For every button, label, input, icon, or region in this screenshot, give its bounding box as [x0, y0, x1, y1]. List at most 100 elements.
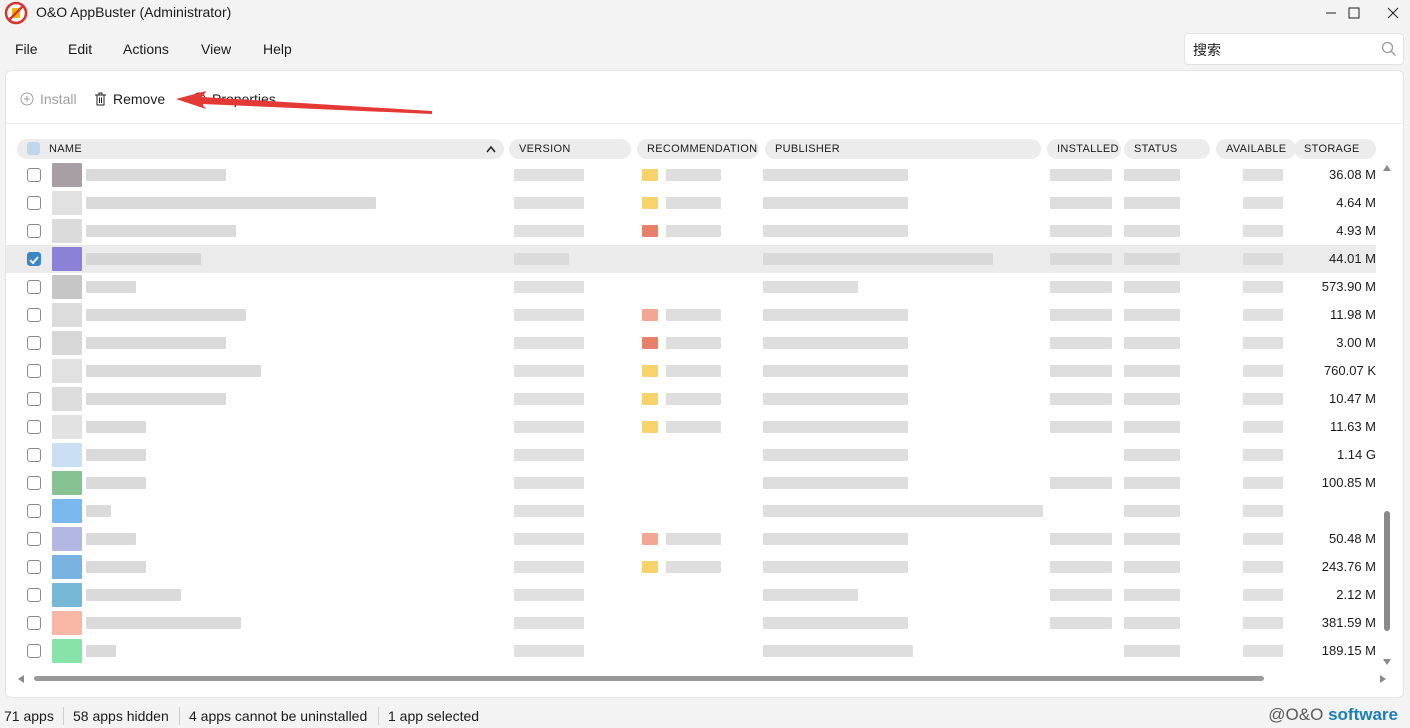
row-checkbox[interactable] — [27, 252, 41, 266]
recommendation-label — [666, 421, 721, 433]
menu-view[interactable]: View — [201, 41, 231, 57]
scroll-up-icon[interactable] — [1383, 165, 1391, 171]
app-name — [86, 477, 146, 489]
app-publisher — [763, 337, 908, 349]
app-icon — [52, 415, 82, 439]
status-app-count: 71 apps — [4, 708, 54, 724]
search-input[interactable] — [1193, 40, 1373, 60]
table-row[interactable]: 3.00 M — [6, 329, 1376, 357]
scroll-right-icon[interactable] — [1380, 675, 1386, 683]
app-available — [1243, 589, 1283, 601]
remove-button[interactable]: Remove — [94, 89, 165, 109]
scroll-down-icon[interactable] — [1383, 659, 1391, 665]
app-icon — [52, 219, 82, 243]
toolbar: Install Remove Properties — [6, 71, 1403, 124]
table-row[interactable]: 760.07 K — [6, 357, 1376, 385]
table-row[interactable]: 4.64 M — [6, 189, 1376, 217]
row-checkbox[interactable] — [27, 420, 41, 434]
app-version — [514, 477, 584, 489]
table-row[interactable]: 4.93 M — [6, 217, 1376, 245]
row-checkbox[interactable] — [27, 196, 41, 210]
app-version — [514, 169, 584, 181]
table-row[interactable]: 11.98 M — [6, 301, 1376, 329]
app-version — [514, 337, 584, 349]
vertical-scroll-thumb[interactable] — [1384, 511, 1390, 631]
app-version — [514, 449, 584, 461]
red-arrow-annotation — [176, 91, 432, 114]
app-storage: 3.00 M — [1336, 335, 1376, 350]
table-row[interactable]: 44.01 M — [6, 245, 1376, 273]
title-bar: O&O AppBuster (Administrator) — [0, 0, 1410, 26]
horizontal-scrollbar[interactable] — [16, 671, 1394, 685]
table-row[interactable]: 10.47 M — [6, 385, 1376, 413]
table-row[interactable]: 36.08 M — [6, 161, 1376, 189]
table-row[interactable]: 100.85 M — [6, 469, 1376, 497]
table-row[interactable]: 2.12 M — [6, 581, 1376, 609]
column-recommendation[interactable]: RECOMMENDATION — [637, 139, 759, 159]
menu-help[interactable]: Help — [263, 41, 292, 57]
table-row[interactable]: 243.76 M — [6, 553, 1376, 581]
app-installed-date — [1050, 421, 1112, 433]
row-checkbox[interactable] — [27, 392, 41, 406]
row-checkbox[interactable] — [27, 476, 41, 490]
table-row[interactable]: 50.48 M — [6, 525, 1376, 553]
table-row[interactable] — [6, 497, 1376, 525]
app-icon — [52, 303, 82, 327]
row-checkbox[interactable] — [27, 168, 41, 182]
app-status — [1124, 617, 1180, 629]
menu-actions[interactable]: Actions — [123, 41, 169, 57]
column-available[interactable]: AVAILABLE — [1216, 139, 1296, 159]
horizontal-scroll-thumb[interactable] — [34, 676, 1264, 681]
row-checkbox[interactable] — [27, 280, 41, 294]
search-box[interactable] — [1184, 33, 1404, 65]
row-checkbox[interactable] — [27, 644, 41, 658]
row-checkbox[interactable] — [27, 448, 41, 462]
select-all-checkbox[interactable] — [27, 142, 40, 155]
column-version[interactable]: VERSION — [509, 139, 631, 159]
search-icon[interactable] — [1381, 41, 1397, 57]
table-row[interactable]: 573.90 M — [6, 273, 1376, 301]
vertical-scrollbar[interactable] — [1380, 161, 1394, 669]
app-version — [514, 197, 584, 209]
row-checkbox[interactable] — [27, 588, 41, 602]
app-version — [514, 253, 569, 265]
app-publisher — [763, 225, 908, 237]
install-button[interactable]: Install — [20, 89, 77, 109]
table-row[interactable]: 1.14 G — [6, 441, 1376, 469]
app-icon — [52, 387, 82, 411]
app-status — [1124, 393, 1180, 405]
app-publisher — [763, 393, 908, 405]
column-status[interactable]: STATUS — [1124, 139, 1210, 159]
column-publisher[interactable]: PUBLISHER — [765, 139, 1041, 159]
status-bar: 71 apps 58 apps hidden 4 apps cannot be … — [0, 704, 1410, 728]
row-checkbox[interactable] — [27, 532, 41, 546]
table-row[interactable]: 11.63 M — [6, 413, 1376, 441]
app-version — [514, 561, 584, 573]
row-checkbox[interactable] — [27, 336, 41, 350]
brand-mark-icon: @ — [1268, 705, 1286, 724]
app-storage: 189.15 M — [1321, 643, 1376, 658]
column-name[interactable]: NAME — [17, 139, 504, 159]
row-checkbox[interactable] — [27, 504, 41, 518]
app-storage: 100.85 M — [1321, 475, 1376, 490]
table-row[interactable]: 381.59 M — [6, 609, 1376, 637]
app-available — [1243, 253, 1283, 265]
recommendation-label — [666, 309, 721, 321]
row-checkbox[interactable] — [27, 560, 41, 574]
menu-file[interactable]: File — [15, 41, 38, 57]
scroll-left-icon[interactable] — [18, 675, 24, 683]
menu-edit[interactable]: Edit — [68, 41, 92, 57]
app-version — [514, 309, 584, 321]
row-checkbox[interactable] — [27, 308, 41, 322]
row-checkbox[interactable] — [27, 224, 41, 238]
app-installed-date — [1050, 393, 1112, 405]
recommendation-indicator — [642, 421, 658, 433]
app-status — [1124, 533, 1180, 545]
maximize-icon — [1348, 7, 1360, 19]
column-installed[interactable]: INSTALLED — [1047, 139, 1121, 159]
row-checkbox[interactable] — [27, 616, 41, 630]
table-row[interactable]: 189.15 M — [6, 637, 1376, 665]
row-checkbox[interactable] — [27, 364, 41, 378]
close-button[interactable] — [1370, 0, 1410, 26]
column-storage[interactable]: STORAGE — [1294, 139, 1376, 159]
